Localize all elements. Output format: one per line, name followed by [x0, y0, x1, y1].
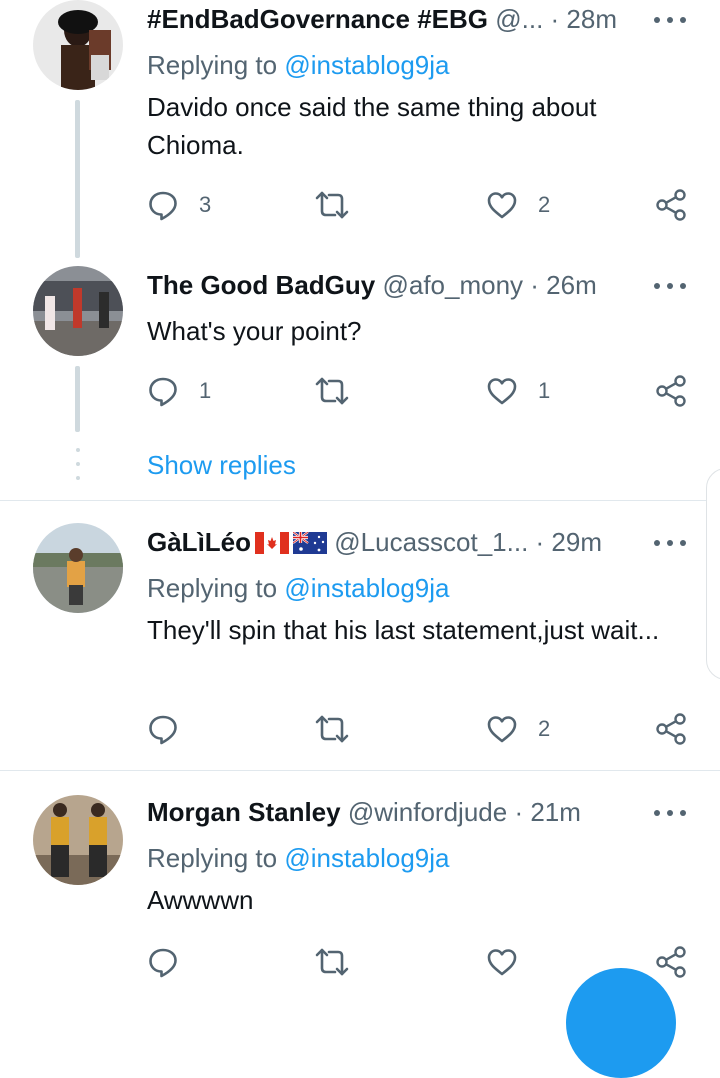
user-handle[interactable]: @winfordjude	[348, 797, 507, 827]
like-count: 1	[538, 378, 551, 403]
like-count: 2	[538, 192, 551, 217]
share-icon	[656, 946, 686, 978]
tweet[interactable]: GàLìLéo @Lucasscot_1... · 29m Replying t…	[0, 501, 720, 769]
reply-count: 1	[199, 378, 212, 403]
tweet-text: They'll spin that his last statement,jus…	[147, 615, 660, 645]
avatar[interactable]	[33, 0, 123, 90]
tweet-header: The Good BadGuy @afo_mony · 26m	[147, 268, 597, 302]
reply-button[interactable]	[147, 945, 199, 979]
like-count: 2	[538, 716, 551, 741]
more-icon[interactable]	[654, 533, 686, 553]
reply-icon	[149, 948, 177, 978]
tweet-header: Morgan Stanley @winfordjude · 21m	[147, 795, 581, 829]
retweet-icon	[315, 191, 349, 219]
share-button[interactable]	[654, 945, 688, 979]
reply-icon	[149, 715, 177, 745]
replying-to-handle[interactable]: @instablog9ja	[284, 50, 449, 80]
retweet-button[interactable]	[314, 188, 370, 222]
avatar[interactable]	[33, 795, 123, 885]
share-icon	[656, 713, 686, 745]
like-button[interactable]: 2	[486, 712, 550, 746]
tweet-text: Davido once said the same thing about Ch…	[147, 92, 597, 160]
retweet-icon	[315, 715, 349, 743]
more-icon[interactable]	[654, 276, 686, 296]
replying-to: Replying to @instablog9ja	[147, 48, 449, 82]
reply-button[interactable]	[147, 712, 199, 746]
show-replies-link[interactable]: Show replies	[147, 448, 296, 482]
reply-count: 3	[199, 192, 212, 217]
australia-flag-icon	[293, 532, 328, 554]
avatar[interactable]	[33, 266, 123, 356]
display-name[interactable]: GàLìLéo	[147, 527, 251, 557]
retweet-button[interactable]	[314, 712, 370, 746]
retweet-icon	[315, 377, 349, 405]
user-handle[interactable]: @...	[495, 4, 543, 34]
timestamp[interactable]: · 29m	[536, 527, 602, 557]
tweet-header: #EndBadGovernance #EBG @... · 28m	[147, 2, 617, 36]
like-button[interactable]	[486, 945, 538, 979]
reply-icon	[149, 191, 177, 221]
timestamp[interactable]: · 21m	[514, 797, 580, 827]
share-icon	[656, 375, 686, 407]
replying-to-label: Replying to	[147, 50, 278, 80]
replying-to-handle[interactable]: @instablog9ja	[284, 843, 449, 873]
heart-icon	[487, 192, 517, 219]
tweet-text: Awwwwn	[147, 885, 254, 915]
thread-dots	[76, 448, 80, 480]
reply-button[interactable]: 1	[147, 374, 211, 408]
display-name[interactable]: The Good BadGuy	[147, 270, 375, 300]
more-icon[interactable]	[654, 803, 686, 823]
heart-icon	[487, 716, 517, 743]
user-handle[interactable]: @Lucasscot_1...	[334, 527, 528, 557]
retweet-button[interactable]	[314, 945, 370, 979]
share-button[interactable]	[654, 188, 688, 222]
heart-icon	[487, 378, 517, 405]
share-icon	[656, 189, 686, 221]
more-icon[interactable]	[654, 10, 686, 30]
like-button[interactable]: 1	[486, 374, 550, 408]
retweet-icon	[315, 948, 349, 976]
tweet[interactable]: The Good BadGuy @afo_mony · 26m What's y…	[0, 262, 720, 500]
replying-to-label: Replying to	[147, 573, 278, 603]
retweet-button[interactable]	[314, 374, 370, 408]
user-handle[interactable]: @afo_mony	[382, 270, 523, 300]
timestamp[interactable]: · 26m	[530, 270, 596, 300]
edge-panel-handle[interactable]	[706, 468, 720, 680]
tweet[interactable]: Morgan Stanley @winfordjude · 21m Replyi…	[0, 771, 720, 990]
thread-line	[75, 366, 80, 432]
replying-to: Replying to @instablog9ja	[147, 841, 449, 875]
replying-to-handle[interactable]: @instablog9ja	[284, 573, 449, 603]
like-button[interactable]: 2	[486, 188, 550, 222]
display-name[interactable]: Morgan Stanley	[147, 797, 341, 827]
tweet-text: What's your point?	[147, 316, 362, 346]
display-name[interactable]: #EndBadGovernance #EBG	[147, 4, 488, 34]
reply-button[interactable]: 3	[147, 188, 211, 222]
avatar[interactable]	[33, 523, 123, 613]
tweet[interactable]: #EndBadGovernance #EBG @... · 28m Replyi…	[0, 0, 720, 260]
reply-icon	[149, 377, 177, 407]
compose-button[interactable]	[566, 968, 676, 1078]
share-button[interactable]	[654, 374, 688, 408]
heart-icon	[487, 949, 517, 976]
canada-flag-icon	[255, 532, 290, 554]
replying-to-label: Replying to	[147, 843, 278, 873]
replying-to: Replying to @instablog9ja	[147, 571, 449, 605]
timestamp[interactable]: · 28m	[551, 4, 617, 34]
thread-line	[75, 100, 80, 258]
share-button[interactable]	[654, 712, 688, 746]
tweet-header: GàLìLéo @Lucasscot_1... · 29m	[147, 525, 602, 559]
